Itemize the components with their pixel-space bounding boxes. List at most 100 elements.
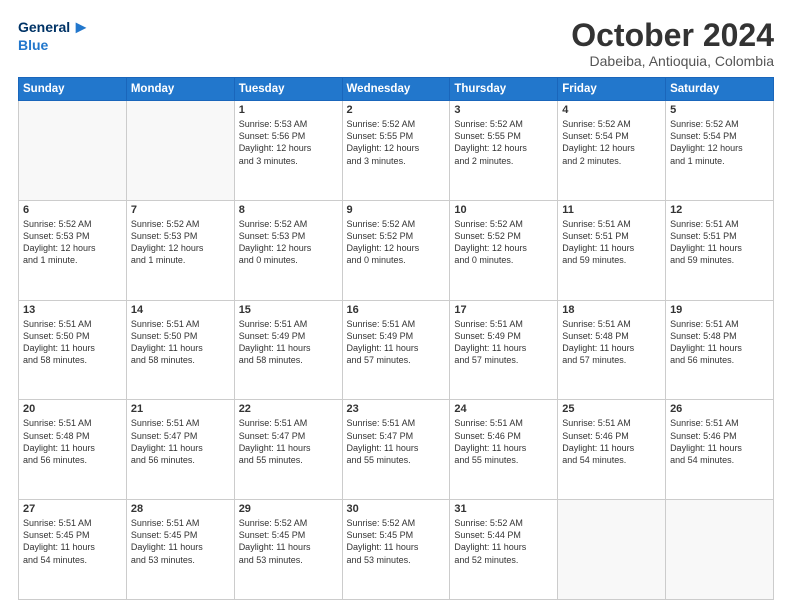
day-number: 4: [562, 104, 661, 116]
day-info: Sunrise: 5:51 AM Sunset: 5:50 PM Dayligh…: [131, 318, 230, 367]
location: Dabeiba, Antioquia, Colombia: [571, 53, 774, 69]
day-info: Sunrise: 5:52 AM Sunset: 5:45 PM Dayligh…: [239, 517, 338, 566]
col-header-thursday: Thursday: [450, 78, 558, 101]
day-info: Sunrise: 5:51 AM Sunset: 5:45 PM Dayligh…: [131, 517, 230, 566]
day-cell: 19 Sunrise: 5:51 AM Sunset: 5:48 PM Dayli…: [666, 300, 774, 400]
day-cell: 22 Sunrise: 5:51 AM Sunset: 5:47 PM Dayli…: [234, 400, 342, 500]
day-cell: 10 Sunrise: 5:52 AM Sunset: 5:52 PM Dayli…: [450, 200, 558, 300]
day-cell: 25 Sunrise: 5:51 AM Sunset: 5:46 PM Dayli…: [558, 400, 666, 500]
day-number: 27: [23, 503, 122, 515]
day-cell: 23 Sunrise: 5:51 AM Sunset: 5:47 PM Dayli…: [342, 400, 450, 500]
day-cell: [558, 500, 666, 600]
day-info: Sunrise: 5:51 AM Sunset: 5:48 PM Dayligh…: [670, 318, 769, 367]
day-number: 19: [670, 304, 769, 316]
day-info: Sunrise: 5:51 AM Sunset: 5:45 PM Dayligh…: [23, 517, 122, 566]
day-cell: 6Sunrise: 5:52 AM Sunset: 5:53 PM Daylig…: [19, 200, 127, 300]
col-header-monday: Monday: [126, 78, 234, 101]
logo-general-text: General: [18, 20, 70, 35]
day-info: Sunrise: 5:52 AM Sunset: 5:54 PM Dayligh…: [670, 118, 769, 167]
day-info: Sunrise: 5:51 AM Sunset: 5:49 PM Dayligh…: [239, 318, 338, 367]
day-info: Sunrise: 5:51 AM Sunset: 5:47 PM Dayligh…: [347, 417, 446, 466]
day-info: Sunrise: 5:51 AM Sunset: 5:48 PM Dayligh…: [562, 318, 661, 367]
day-info: Sunrise: 5:51 AM Sunset: 5:51 PM Dayligh…: [670, 218, 769, 267]
day-number: 24: [454, 403, 553, 415]
day-cell: 26Sunrise: 5:51 AM Sunset: 5:46 PM Dayli…: [666, 400, 774, 500]
day-info: Sunrise: 5:52 AM Sunset: 5:54 PM Dayligh…: [562, 118, 661, 167]
col-header-friday: Friday: [558, 78, 666, 101]
day-info: Sunrise: 5:51 AM Sunset: 5:49 PM Dayligh…: [454, 318, 553, 367]
week-row-1: 1Sunrise: 5:53 AM Sunset: 5:56 PM Daylig…: [19, 101, 774, 201]
logo: General ► Blue: [18, 18, 90, 53]
day-number: 10: [454, 204, 553, 216]
day-cell: [666, 500, 774, 600]
day-cell: [19, 101, 127, 201]
day-number: 23: [347, 403, 446, 415]
day-info: Sunrise: 5:52 AM Sunset: 5:52 PM Dayligh…: [454, 218, 553, 267]
month-title: October 2024: [571, 18, 774, 53]
day-cell: 9 Sunrise: 5:52 AM Sunset: 5:52 PM Daylig…: [342, 200, 450, 300]
day-info: Sunrise: 5:51 AM Sunset: 5:49 PM Dayligh…: [347, 318, 446, 367]
day-number: 5: [670, 104, 769, 116]
col-header-saturday: Saturday: [666, 78, 774, 101]
col-header-tuesday: Tuesday: [234, 78, 342, 101]
day-cell: 28 Sunrise: 5:51 AM Sunset: 5:45 PM Dayli…: [126, 500, 234, 600]
day-number: 31: [454, 503, 553, 515]
day-cell: 12Sunrise: 5:51 AM Sunset: 5:51 PM Dayli…: [666, 200, 774, 300]
day-number: 3: [454, 104, 553, 116]
day-info: Sunrise: 5:52 AM Sunset: 5:55 PM Dayligh…: [454, 118, 553, 167]
day-cell: 16 Sunrise: 5:51 AM Sunset: 5:49 PM Dayli…: [342, 300, 450, 400]
day-cell: [126, 101, 234, 201]
day-number: 1: [239, 104, 338, 116]
day-number: 29: [239, 503, 338, 515]
day-number: 21: [131, 403, 230, 415]
day-number: 11: [562, 204, 661, 216]
day-number: 20: [23, 403, 122, 415]
day-info: Sunrise: 5:52 AM Sunset: 5:53 PM Dayligh…: [239, 218, 338, 267]
week-row-5: 27 Sunrise: 5:51 AM Sunset: 5:45 PM Dayli…: [19, 500, 774, 600]
day-number: 25: [562, 403, 661, 415]
day-info: Sunrise: 5:51 AM Sunset: 5:47 PM Dayligh…: [239, 417, 338, 466]
day-number: 14: [131, 304, 230, 316]
day-info: Sunrise: 5:52 AM Sunset: 5:52 PM Dayligh…: [347, 218, 446, 267]
day-cell: 1Sunrise: 5:53 AM Sunset: 5:56 PM Daylig…: [234, 101, 342, 201]
day-number: 7: [131, 204, 230, 216]
day-info: Sunrise: 5:52 AM Sunset: 5:45 PM Dayligh…: [347, 517, 446, 566]
day-cell: 2 Sunrise: 5:52 AM Sunset: 5:55 PM Daylig…: [342, 101, 450, 201]
day-number: 18: [562, 304, 661, 316]
day-cell: 7 Sunrise: 5:52 AM Sunset: 5:53 PM Daylig…: [126, 200, 234, 300]
header: General ► Blue October 2024 Dabeiba, Ant…: [18, 18, 774, 69]
day-number: 28: [131, 503, 230, 515]
day-cell: 11 Sunrise: 5:51 AM Sunset: 5:51 PM Dayli…: [558, 200, 666, 300]
day-number: 16: [347, 304, 446, 316]
day-cell: 29 Sunrise: 5:52 AM Sunset: 5:45 PM Dayli…: [234, 500, 342, 600]
day-cell: 30Sunrise: 5:52 AM Sunset: 5:45 PM Dayli…: [342, 500, 450, 600]
header-row: SundayMondayTuesdayWednesdayThursdayFrid…: [19, 78, 774, 101]
title-block: October 2024 Dabeiba, Antioquia, Colombi…: [571, 18, 774, 69]
day-number: 13: [23, 304, 122, 316]
logo-arrow-icon: ►: [72, 18, 90, 38]
day-info: Sunrise: 5:51 AM Sunset: 5:46 PM Dayligh…: [562, 417, 661, 466]
day-info: Sunrise: 5:52 AM Sunset: 5:53 PM Dayligh…: [131, 218, 230, 267]
day-cell: 20Sunrise: 5:51 AM Sunset: 5:48 PM Dayli…: [19, 400, 127, 500]
day-number: 2: [347, 104, 446, 116]
day-info: Sunrise: 5:51 AM Sunset: 5:50 PM Dayligh…: [23, 318, 122, 367]
day-cell: 17 Sunrise: 5:51 AM Sunset: 5:49 PM Dayli…: [450, 300, 558, 400]
col-header-wednesday: Wednesday: [342, 78, 450, 101]
day-cell: 14 Sunrise: 5:51 AM Sunset: 5:50 PM Dayli…: [126, 300, 234, 400]
day-number: 22: [239, 403, 338, 415]
day-info: Sunrise: 5:52 AM Sunset: 5:53 PM Dayligh…: [23, 218, 122, 267]
week-row-2: 6Sunrise: 5:52 AM Sunset: 5:53 PM Daylig…: [19, 200, 774, 300]
day-info: Sunrise: 5:51 AM Sunset: 5:51 PM Dayligh…: [562, 218, 661, 267]
day-cell: 15Sunrise: 5:51 AM Sunset: 5:49 PM Dayli…: [234, 300, 342, 400]
day-number: 8: [239, 204, 338, 216]
day-cell: 18 Sunrise: 5:51 AM Sunset: 5:48 PM Dayli…: [558, 300, 666, 400]
week-row-3: 13 Sunrise: 5:51 AM Sunset: 5:50 PM Dayli…: [19, 300, 774, 400]
day-number: 9: [347, 204, 446, 216]
day-info: Sunrise: 5:52 AM Sunset: 5:44 PM Dayligh…: [454, 517, 553, 566]
day-info: Sunrise: 5:52 AM Sunset: 5:55 PM Dayligh…: [347, 118, 446, 167]
day-cell: 3 Sunrise: 5:52 AM Sunset: 5:55 PM Daylig…: [450, 101, 558, 201]
day-number: 17: [454, 304, 553, 316]
week-row-4: 20Sunrise: 5:51 AM Sunset: 5:48 PM Dayli…: [19, 400, 774, 500]
page: General ► Blue October 2024 Dabeiba, Ant…: [0, 0, 792, 612]
logo-blue-text: Blue: [18, 38, 48, 53]
